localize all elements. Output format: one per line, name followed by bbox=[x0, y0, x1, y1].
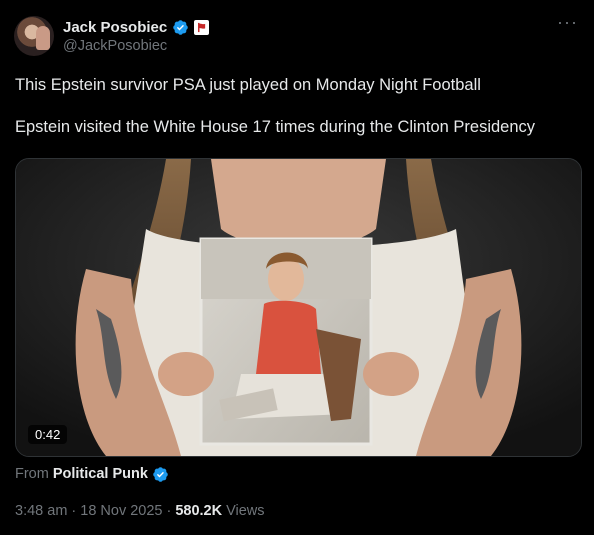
video-duration: 0:42 bbox=[28, 425, 68, 444]
more-options-icon[interactable]: ··· bbox=[557, 13, 578, 31]
video-player[interactable]: 0:42 bbox=[15, 158, 582, 457]
views-count[interactable]: 580.2K bbox=[175, 503, 222, 519]
author-name[interactable]: Jack Posobiec bbox=[63, 19, 167, 36]
source-verified-badge-icon bbox=[153, 466, 168, 482]
affiliate-flag-icon[interactable] bbox=[194, 19, 210, 35]
tweet-date[interactable]: 18 Nov 2025 bbox=[80, 503, 162, 519]
source-name[interactable]: Political Punk bbox=[53, 466, 148, 482]
tweet-line-2: Epstein visited the White House 17 times… bbox=[15, 118, 536, 136]
author-name-row: Jack Posobiec bbox=[63, 17, 210, 37]
tweet-time[interactable]: 3:48 am bbox=[15, 503, 67, 519]
meta-separator: · bbox=[166, 503, 172, 519]
video-thumbnail bbox=[16, 159, 581, 456]
source-prefix: From bbox=[15, 466, 49, 482]
views-label: Views bbox=[226, 503, 265, 519]
author-avatar[interactable] bbox=[14, 16, 54, 56]
source-attribution: From Political Punk bbox=[15, 465, 169, 483]
flag-icon bbox=[198, 22, 206, 32]
meta-separator: · bbox=[71, 503, 77, 519]
verified-badge-icon bbox=[173, 19, 188, 35]
tweet-text: This Epstein survivor PSA just played on… bbox=[15, 75, 580, 138]
tweet-line-1: This Epstein survivor PSA just played on… bbox=[15, 76, 481, 94]
avatar-figure bbox=[36, 26, 50, 50]
author-handle[interactable]: @JackPosobiec bbox=[63, 38, 167, 54]
tweet-meta: 3:48 am · 18 Nov 2025 · 580.2K Views bbox=[15, 501, 265, 521]
